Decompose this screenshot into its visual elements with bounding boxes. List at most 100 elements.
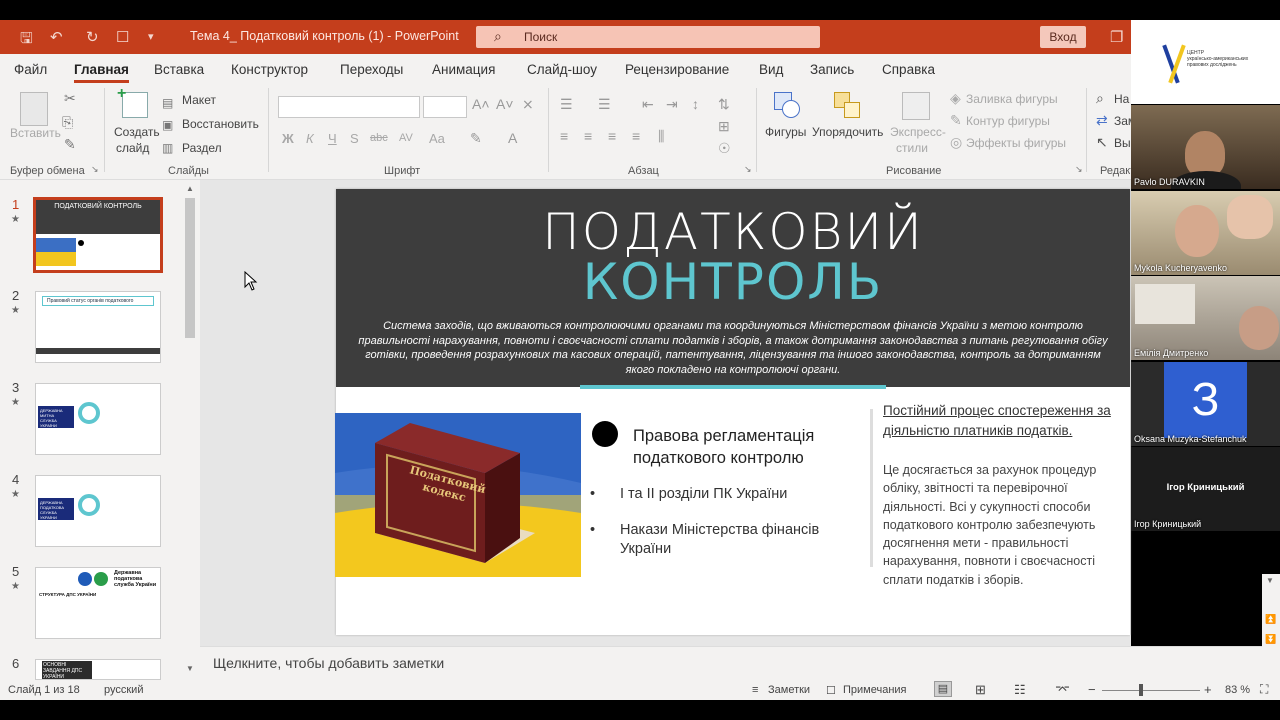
- slide-thumb-2[interactable]: Правовий статус органів податкового конт…: [35, 291, 161, 363]
- shadow-button[interactable]: S: [350, 131, 359, 146]
- font-family-combo[interactable]: [278, 96, 420, 118]
- participant-video-5[interactable]: Ігор Криницький Ігор Криницький: [1131, 447, 1280, 531]
- signin-button[interactable]: Вход: [1040, 26, 1086, 48]
- paste-button[interactable]: Вставить: [10, 126, 61, 140]
- undo-icon[interactable]: ↶: [50, 28, 63, 46]
- right-body-text[interactable]: Це досягається за рахунок процедур облік…: [883, 461, 1123, 589]
- shape-fill-button[interactable]: Заливка фигуры: [966, 92, 1058, 106]
- copy-icon[interactable]: ⎘: [62, 114, 73, 131]
- save-icon[interactable]: 🖫: [20, 28, 33, 53]
- tab-help[interactable]: Справка: [882, 62, 935, 77]
- participant-video-4[interactable]: З Oksana Muzyka-Stefanchuk: [1131, 362, 1280, 446]
- shrink-font-icon[interactable]: A˅: [496, 96, 514, 112]
- tab-transitions[interactable]: Переходы: [340, 62, 403, 77]
- highlight-icon[interactable]: ✎: [470, 130, 482, 147]
- align-right-icon[interactable]: ≡: [608, 128, 616, 144]
- participant-video-3[interactable]: Емілія Дмитренко: [1131, 276, 1280, 360]
- tab-design[interactable]: Конструктор: [231, 62, 308, 77]
- notes-pane[interactable]: Щелкните, чтобы добавить заметки: [200, 646, 1262, 680]
- slide-scrollbar[interactable]: ▼ ⏫ ⏬: [1262, 574, 1280, 680]
- reading-view-icon[interactable]: ☷: [1014, 682, 1026, 698]
- tab-home[interactable]: Главная: [74, 62, 129, 83]
- select-button[interactable]: Вы: [1114, 136, 1131, 150]
- font-color-icon[interactable]: A: [508, 130, 517, 146]
- slide-thumb-4[interactable]: ДЕРЖАВНА ПОДАТКОВА СЛУЖБА УКРАЇНИ: [35, 475, 161, 547]
- zoom-out-icon[interactable]: −: [1088, 682, 1096, 697]
- font-size-combo[interactable]: [423, 96, 467, 118]
- zoom-level[interactable]: 83 %: [1225, 684, 1250, 696]
- find-button[interactable]: На: [1114, 92, 1129, 106]
- char-spacing-icon[interactable]: AV: [399, 132, 413, 144]
- tab-insert[interactable]: Вставка: [154, 62, 204, 77]
- format-painter-icon[interactable]: ✎: [64, 136, 76, 153]
- paragraph-launcher-icon[interactable]: ↘: [744, 164, 752, 175]
- slideshow-view-icon[interactable]: ⌤: [1055, 682, 1070, 698]
- zoom-slider[interactable]: [1102, 690, 1200, 691]
- tax-code-book-image[interactable]: Податковий кодекс: [335, 413, 581, 577]
- layout-button[interactable]: Макет: [182, 93, 216, 107]
- reset-button[interactable]: Восстановить: [182, 117, 259, 131]
- tab-record[interactable]: Запись: [810, 62, 854, 77]
- prev-slide-icon[interactable]: ⏫: [1265, 614, 1276, 625]
- new-slide-label-2[interactable]: слайд: [116, 141, 149, 155]
- align-text-icon[interactable]: ⊞: [718, 118, 730, 135]
- line-spacing-icon[interactable]: ↕: [692, 96, 699, 112]
- shapes-button[interactable]: Фигуры: [765, 125, 806, 139]
- customize-qat-icon[interactable]: ▾: [148, 30, 154, 43]
- participant-video-2[interactable]: Mykola Kucheryavenko: [1131, 191, 1280, 275]
- quick-styles-button-2[interactable]: стили: [896, 141, 928, 155]
- shape-effects-button[interactable]: Эффекты фигуры: [966, 136, 1066, 150]
- section-button[interactable]: Раздел: [182, 141, 222, 155]
- scroll-down-icon[interactable]: ▼: [1266, 576, 1274, 585]
- quick-styles-button[interactable]: Экспресс-: [890, 125, 946, 139]
- justify-icon[interactable]: ≡: [632, 128, 640, 144]
- current-slide[interactable]: ПОДАТКОВИЙ КОНТРОЛЬ Система заходів, що …: [335, 189, 1130, 635]
- clear-format-icon[interactable]: ⨯: [522, 96, 534, 113]
- bullets-icon[interactable]: ☰: [560, 96, 573, 113]
- zoom-in-icon[interactable]: +: [1204, 682, 1212, 697]
- cut-icon[interactable]: ✂: [64, 90, 76, 107]
- strikethrough-button[interactable]: abc: [370, 132, 388, 144]
- bold-button[interactable]: Ж: [282, 131, 294, 146]
- tab-view[interactable]: Вид: [759, 62, 783, 77]
- tab-animations[interactable]: Анимация: [432, 62, 495, 77]
- participant-video-1[interactable]: Pavlo DURAVKIN: [1131, 105, 1280, 189]
- scroll-up-icon[interactable]: ▲: [186, 184, 194, 193]
- align-center-icon[interactable]: ≡: [584, 128, 592, 144]
- new-slide-label[interactable]: Создать: [114, 125, 160, 139]
- normal-view-icon[interactable]: ▤: [934, 681, 952, 697]
- underline-button[interactable]: Ч: [328, 131, 337, 146]
- notes-button[interactable]: Заметки: [768, 684, 810, 696]
- grow-font-icon[interactable]: A˄: [472, 96, 490, 112]
- tab-review[interactable]: Рецензирование: [625, 62, 729, 77]
- slide-thumb-1[interactable]: ПОДАТКОВИЙ КОНТРОЛЬ: [33, 197, 163, 273]
- next-slide-icon[interactable]: ⏬: [1265, 634, 1276, 645]
- change-case-button[interactable]: Aa: [429, 131, 445, 146]
- fit-to-window-icon[interactable]: ⛶: [1260, 682, 1268, 697]
- slide-title-line2[interactable]: КОНТРОЛЬ: [336, 253, 1130, 311]
- increase-indent-icon[interactable]: ⇥: [666, 96, 678, 113]
- decrease-indent-icon[interactable]: ⇤: [642, 96, 654, 113]
- arrange-button[interactable]: Упорядочить: [812, 125, 883, 139]
- clipboard-launcher-icon[interactable]: ↘: [91, 164, 99, 175]
- slide-thumb-6[interactable]: ОСНОВНІ ЗАВДАННЯ ДПС УКРАЇНИ: [35, 659, 161, 680]
- tab-file[interactable]: Файл: [14, 62, 47, 77]
- italic-button[interactable]: К: [306, 131, 314, 146]
- align-left-icon[interactable]: ≡: [560, 128, 568, 144]
- sorter-view-icon[interactable]: ⊞: [975, 682, 986, 698]
- ribbon-display-icon[interactable]: ❐: [1110, 28, 1123, 46]
- tab-slideshow[interactable]: Слайд-шоу: [527, 62, 597, 77]
- smartart-icon[interactable]: ☉: [718, 140, 731, 157]
- scroll-down-icon[interactable]: ▼: [186, 664, 194, 673]
- language-indicator[interactable]: русский: [104, 684, 143, 696]
- zoom-slider-thumb[interactable]: [1139, 684, 1143, 696]
- slide-thumb-3[interactable]: ДЕРЖАВНА МИТНА СЛУЖБА УКРАЇНИ: [35, 383, 161, 455]
- numbering-icon[interactable]: ☰: [598, 96, 611, 113]
- search-box[interactable]: ⌕ Поиск: [476, 26, 820, 48]
- legal-regulation-heading[interactable]: Правова регламентація податкового контро…: [633, 425, 863, 469]
- redo-icon[interactable]: ↻: [86, 28, 99, 46]
- drawing-launcher-icon[interactable]: ↘: [1075, 164, 1083, 175]
- comments-button[interactable]: Примечания: [843, 684, 907, 696]
- columns-icon[interactable]: ⫼: [658, 128, 664, 145]
- slide-subtitle[interactable]: Система заходів, що вживаються контролюю…: [356, 319, 1110, 377]
